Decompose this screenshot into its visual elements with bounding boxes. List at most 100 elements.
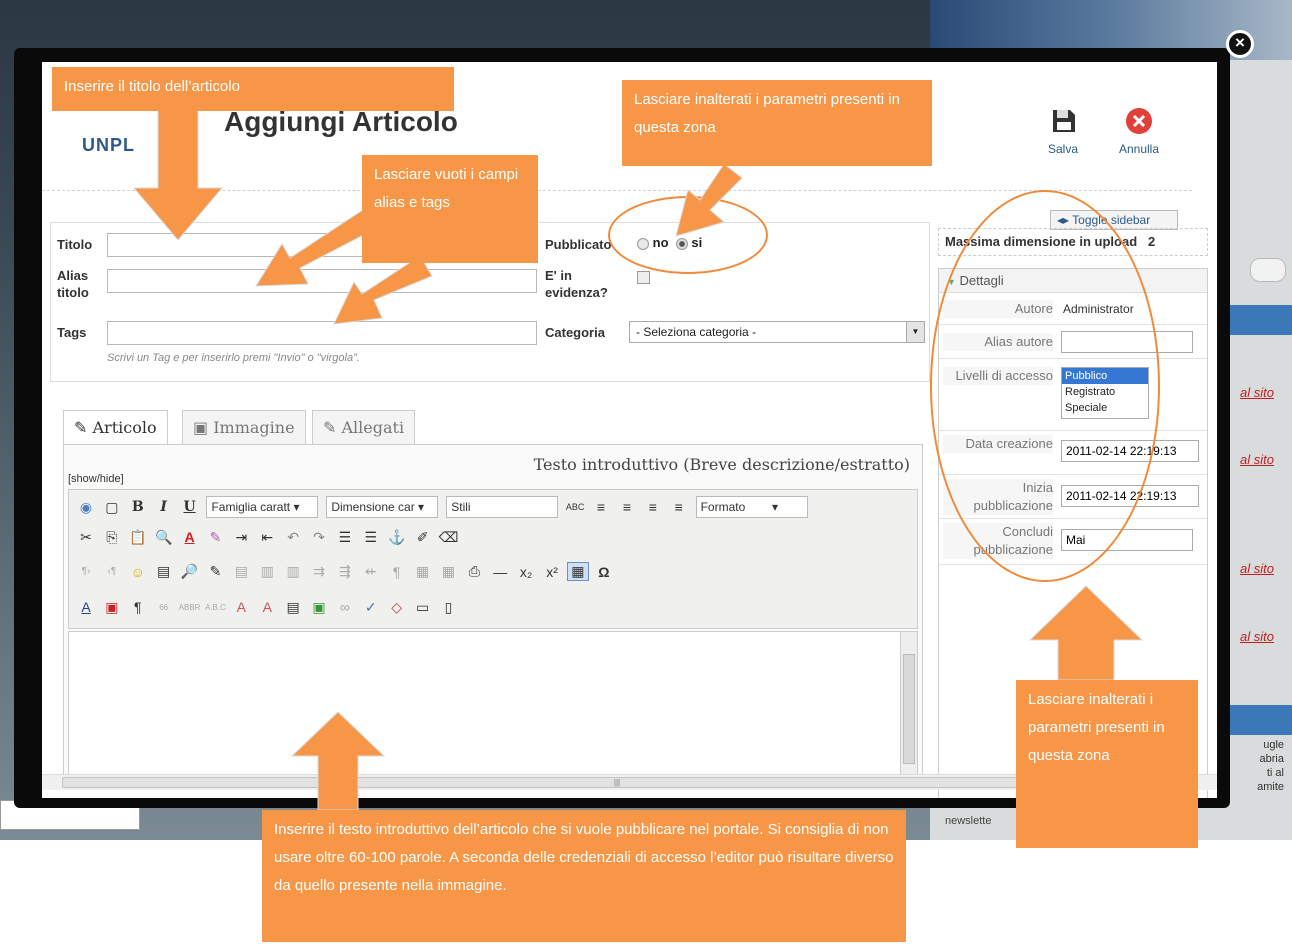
edit-html-icon[interactable]: ✎ [204, 563, 226, 580]
styles-select[interactable]: Stili [446, 496, 559, 518]
pilcrow-icon[interactable]: ¶ [127, 599, 149, 615]
bold-icon[interactable]: B [127, 499, 149, 515]
style-props-icon[interactable]: ¶ [386, 564, 408, 580]
paperclip-icon: ✎ [323, 418, 337, 437]
tab-allegati[interactable]: ✎ Allegati [312, 410, 416, 444]
code-icon[interactable]: ◇ [386, 599, 408, 616]
background-link[interactable]: al sito [1240, 561, 1274, 576]
save-button[interactable]: Salva [1028, 106, 1098, 156]
editor-textarea[interactable] [68, 631, 918, 782]
format-select[interactable]: Formato ▾ [695, 496, 808, 518]
insert-date-icon[interactable]: ▣ [101, 599, 123, 616]
background-blue-bar [1220, 705, 1292, 735]
titolo-label: Titolo [57, 237, 93, 252]
editor-scrollbar[interactable] [900, 632, 917, 782]
style-icon[interactable]: A [75, 599, 97, 615]
alias-input[interactable] [107, 269, 537, 293]
acronym-icon[interactable]: A.B.C [204, 603, 226, 612]
intro-text-title: Testo introduttivo (Breve descrizione/es… [533, 455, 910, 474]
note-params-side: Lasciare inalterati i parametri presenti… [1016, 680, 1198, 848]
toolbar-row-3: ¶› ‹¶ ☺ ▤ 🔎 ✎ ▤ ▥ ▥ ⇉ ⇶ ⇷ ¶ ▦ ▦ ⎙ — x₂ x… [75, 562, 615, 586]
underline-icon[interactable]: U [179, 499, 201, 515]
superscript-icon[interactable]: x² [541, 564, 563, 580]
align-center-icon[interactable]: ≡ [616, 499, 638, 515]
text-color-icon[interactable]: A [179, 529, 201, 545]
bullet-list-icon[interactable]: ☰ [360, 529, 382, 546]
font-size-select[interactable]: Dimensione car ▾ [326, 496, 439, 518]
show-hide-link[interactable]: [show/hide] [68, 473, 124, 485]
scroll-thumb[interactable]: ||| [62, 777, 1172, 788]
print-icon[interactable]: ⎙ [463, 563, 485, 580]
ins-icon[interactable]: A [256, 599, 278, 615]
cancel-button[interactable]: Annulla [1104, 106, 1174, 156]
site-logo: UNPL [82, 135, 135, 155]
link-icon[interactable]: ∞ [334, 599, 356, 615]
find-icon[interactable]: 🔍 [153, 529, 175, 546]
tab-immagine-label: Immagine [213, 418, 295, 437]
edit-icon: ✎ [74, 418, 88, 437]
tab-immagine[interactable]: ▣ Immagine [182, 410, 306, 444]
align-right-icon[interactable]: ≡ [642, 499, 664, 515]
anchor-icon[interactable]: ⚓ [386, 529, 408, 546]
note-params-top: Lasciare inalterati i parametri presenti… [622, 80, 932, 166]
hr-icon[interactable]: — [489, 564, 511, 580]
omega-icon[interactable]: Ω [593, 564, 615, 580]
indent-icon[interactable]: ⇥ [230, 529, 252, 546]
outdent-icon[interactable]: ⇤ [256, 529, 278, 546]
help-icon[interactable]: ◉ [75, 499, 97, 516]
image-icon: ▣ [193, 418, 209, 437]
attributes-icon[interactable]: ▤ [282, 599, 304, 616]
del-icon[interactable]: A [230, 599, 252, 615]
strikethrough-icon[interactable]: ABC [564, 502, 586, 512]
highlight-icon[interactable]: ✎ [204, 529, 226, 546]
rtl-icon[interactable]: ‹¶ [101, 566, 123, 577]
redo-icon[interactable]: ↷ [308, 529, 330, 546]
ltr-icon[interactable]: ¶› [75, 566, 97, 577]
table2-icon[interactable]: ▦ [437, 563, 459, 580]
template-icon[interactable]: ▤ [230, 563, 252, 580]
subscript-icon[interactable]: x₂ [515, 564, 537, 580]
backward-icon[interactable]: ⇶ [334, 563, 356, 580]
background-link[interactable]: al sito [1240, 629, 1274, 644]
forward-icon[interactable]: ⇷ [360, 563, 382, 580]
align-left-icon[interactable]: ≡ [590, 499, 612, 515]
layer2-icon[interactable]: ▥ [282, 563, 304, 580]
preview-icon[interactable]: 🔎 [179, 563, 201, 580]
emoticon-icon[interactable]: ☺ [127, 564, 149, 580]
image-insert-icon[interactable]: ▣ [308, 599, 330, 616]
background-side-text: ugle abria ti al amite [1257, 739, 1284, 793]
tab-articolo[interactable]: ✎ Articolo [63, 410, 168, 446]
eraser-icon[interactable]: ⌫ [437, 529, 459, 546]
undo-icon[interactable]: ↶ [282, 529, 304, 546]
readmore-icon[interactable]: ▯ [437, 599, 459, 616]
background-search-icon[interactable] [1250, 258, 1286, 282]
close-icon[interactable]: × [1226, 30, 1254, 58]
cut-icon[interactable]: ✂ [75, 529, 97, 546]
copy-icon[interactable]: ⎘ [101, 529, 123, 546]
background-link[interactable]: al sito [1240, 452, 1274, 467]
evidenza-checkbox[interactable] [637, 271, 650, 284]
categoria-select[interactable]: - Seleziona categoria - ▼ [629, 321, 925, 343]
ordered-list-icon[interactable]: ☰ [334, 529, 356, 546]
tags-input[interactable] [107, 321, 537, 345]
cleanup-icon[interactable]: ✐ [412, 529, 434, 546]
abs-icon[interactable]: ⇉ [308, 563, 330, 580]
background-link[interactable]: al sito [1240, 385, 1274, 400]
justify-icon[interactable]: ≡ [668, 499, 690, 515]
spellcheck-icon[interactable]: ✓ [360, 599, 382, 616]
pagebreak-icon[interactable]: ▭ [412, 599, 434, 616]
cite-icon[interactable]: 66 [153, 603, 175, 612]
media-icon[interactable]: ▤ [153, 563, 175, 580]
italic-icon[interactable]: I [153, 499, 175, 515]
paste-icon[interactable]: 📋 [127, 529, 149, 546]
abbr-icon[interactable]: ABBR [179, 603, 201, 612]
note-alias-tags: Lasciare vuoti i campi alias e tags [362, 155, 538, 263]
table-icon[interactable]: ▦ [412, 563, 434, 580]
categoria-label: Categoria [545, 325, 605, 340]
layer-icon[interactable]: ▥ [256, 563, 278, 580]
new-document-icon[interactable]: ▢ [101, 499, 123, 516]
font-family-select[interactable]: Famiglia caratt ▾ [206, 496, 319, 518]
cancel-label: Annulla [1118, 142, 1160, 156]
floppy-disk-icon [1053, 110, 1075, 132]
visual-aid-icon[interactable]: ▦ [566, 562, 589, 581]
